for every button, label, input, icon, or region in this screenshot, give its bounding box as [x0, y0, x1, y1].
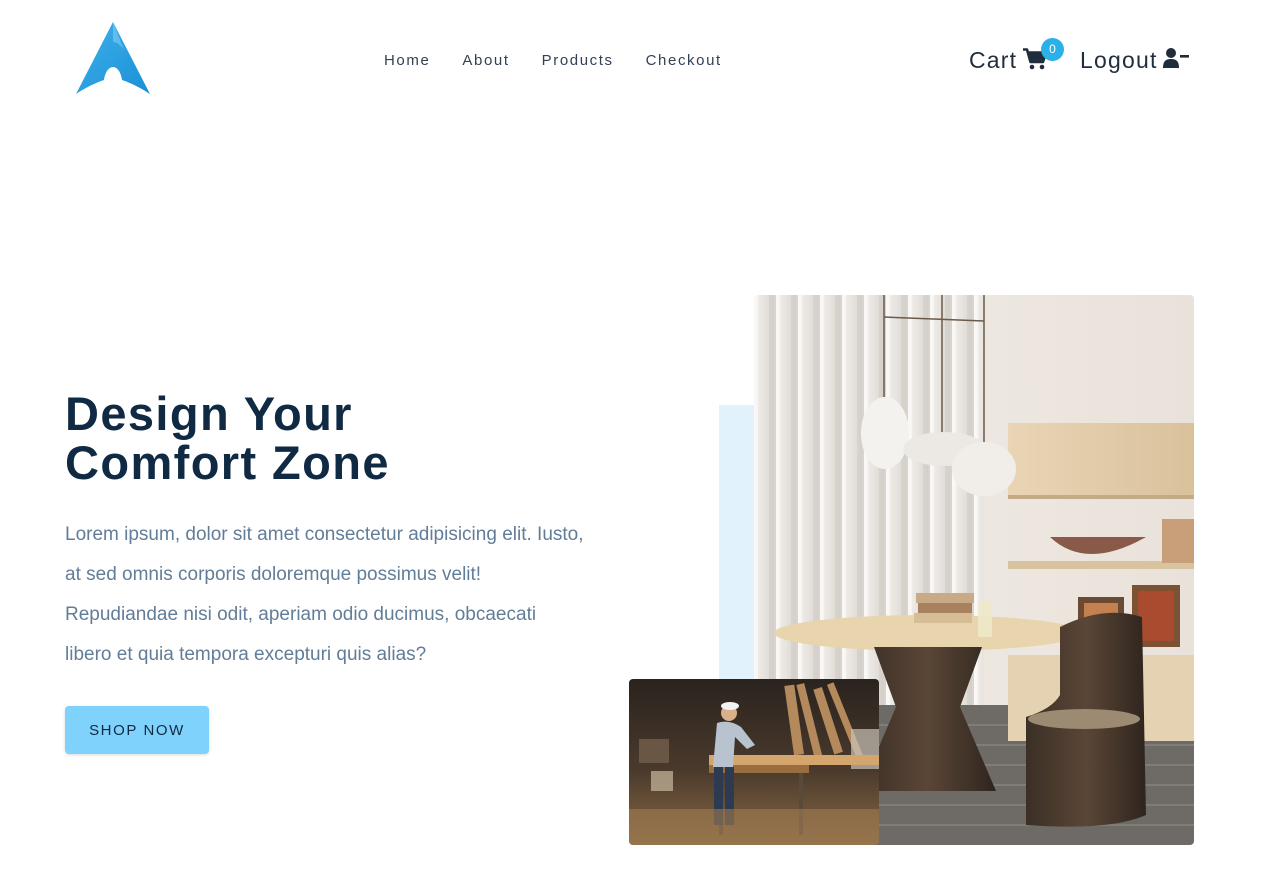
carpenter-workshop-image: [629, 679, 879, 845]
hero-title-line2: Comfort Zone: [65, 436, 390, 489]
logout-label: Logout: [1080, 46, 1158, 73]
landing-page: Home About Products Checkout Cart 0 Logo…: [0, 0, 1263, 870]
cart-button[interactable]: Cart 0: [969, 38, 1064, 75]
arch-logo-icon[interactable]: [74, 20, 152, 96]
hero-title-line1: Design Your: [65, 387, 353, 440]
logout-button[interactable]: Logout: [1080, 46, 1189, 74]
hero-title: Design Your Comfort Zone: [65, 389, 585, 487]
cart-label: Cart: [969, 47, 1018, 73]
nav-links: Home About Products Checkout: [384, 52, 722, 69]
navbar: Home About Products Checkout Cart 0 Logo…: [0, 0, 1263, 120]
nav-link-checkout[interactable]: Checkout: [646, 52, 722, 69]
nav-link-home[interactable]: Home: [384, 52, 430, 69]
shop-now-button[interactable]: SHOP NOW: [65, 706, 209, 754]
nav-link-products[interactable]: Products: [542, 52, 614, 69]
nav-link-about[interactable]: About: [462, 52, 509, 69]
hero-description: Lorem ipsum, dolor sit amet consectetur …: [65, 524, 584, 665]
user-minus-icon: [1162, 47, 1189, 74]
cart-count-badge: 0: [1041, 38, 1064, 61]
